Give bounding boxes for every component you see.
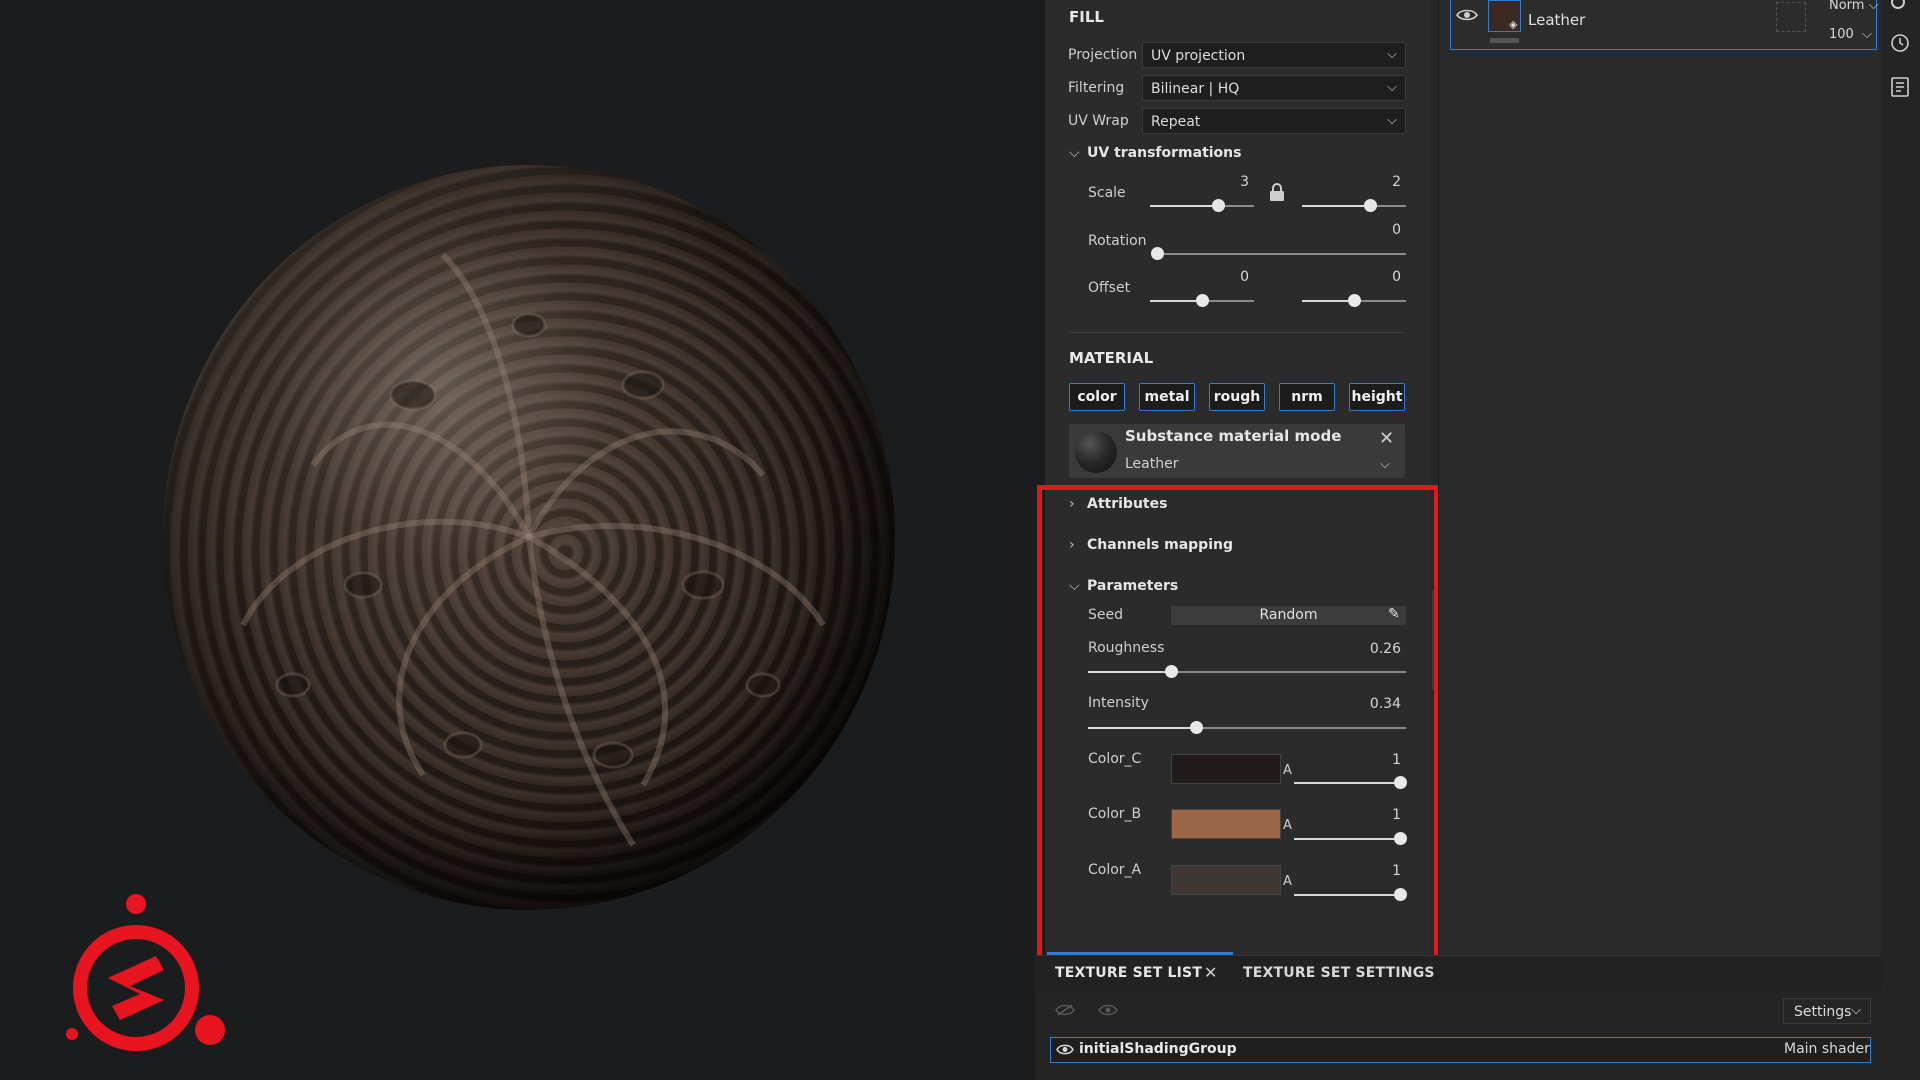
layer-name: Leather [1528, 11, 1586, 29]
divider [1069, 332, 1405, 333]
right-toolbar [1881, 0, 1920, 1080]
uv-transformations-title: UV transformations [1087, 145, 1242, 161]
uvwrap-label: UV Wrap [1068, 113, 1129, 129]
settings-label: Settings [1794, 1004, 1852, 1020]
rotation-label: Rotation [1088, 233, 1147, 249]
offset-value-1: 0 [1240, 269, 1249, 285]
material-section-title: MATERIAL [1069, 349, 1154, 367]
scale-value-1: 3 [1240, 174, 1249, 190]
offset-slider-1-fill [1150, 300, 1202, 302]
chevron-down-icon: ⌵ [1387, 113, 1397, 128]
rotation-slider-track[interactable] [1157, 253, 1406, 255]
chevron-down-icon: ⌵ [1069, 145, 1080, 161]
fill-section-title: FILL [1069, 8, 1104, 26]
channel-color-button[interactable]: color [1069, 383, 1125, 411]
scale-slider-1-knob[interactable] [1212, 199, 1225, 212]
settings-dropdown[interactable]: Settings ⌵ [1783, 998, 1871, 1024]
scale-label: Scale [1088, 185, 1126, 201]
blend-mode-value: Norm [1829, 0, 1865, 13]
chevron-down-icon: ⌵ [1862, 27, 1872, 42]
material-mode-value: Leather [1125, 456, 1179, 472]
chevron-down-icon: ⌵ [1387, 80, 1397, 95]
channel-nrm-button[interactable]: nrm [1279, 383, 1335, 411]
viewport[interactable] [0, 0, 1035, 1080]
channel-height-button[interactable]: height [1349, 383, 1405, 411]
opacity-value: 100 [1829, 27, 1854, 42]
rotation-value: 0 [1392, 222, 1401, 238]
tab-texture-set-list[interactable]: TEXTURE SET LIST [1055, 965, 1202, 981]
rotation-slider-knob[interactable] [1151, 247, 1164, 260]
history-icon[interactable] [1890, 33, 1910, 53]
shading-group-name: initialShadingGroup [1079, 1041, 1237, 1057]
projection-dropdown[interactable]: UV projection ⌵ [1142, 42, 1406, 68]
material-preview-sphere[interactable] [163, 165, 895, 910]
offset-slider-2-fill [1302, 300, 1354, 302]
material-mode-title: Substance material mode [1125, 427, 1342, 445]
blend-mode-dropdown[interactable]: Norm ⌵ [1829, 0, 1878, 13]
material-thumbnail [1075, 431, 1117, 473]
offset-label: Offset [1088, 280, 1131, 296]
substance-logo-icon [66, 894, 225, 1051]
settings-icon[interactable] [1891, 0, 1905, 10]
channel-metal-button[interactable]: metal [1139, 383, 1195, 411]
scale-slider-2-knob[interactable] [1364, 199, 1377, 212]
eye-icon[interactable] [1056, 1043, 1074, 1056]
uvwrap-value: Repeat [1151, 114, 1201, 130]
show-all-icon[interactable] [1098, 1002, 1118, 1018]
hide-all-icon[interactable] [1055, 1003, 1075, 1017]
chevron-down-icon[interactable]: ⌵ [1380, 456, 1390, 472]
filtering-dropdown[interactable]: Bilinear | HQ ⌵ [1142, 75, 1406, 101]
offset-value-2: 0 [1392, 269, 1401, 285]
scale-slider-1-fill [1150, 205, 1218, 207]
close-icon[interactable]: ✕ [1379, 428, 1394, 449]
channel-rough-button[interactable]: rough [1209, 383, 1265, 411]
highlight-box [1037, 485, 1439, 962]
tab-texture-set-settings[interactable]: TEXTURE SET SETTINGS [1243, 965, 1435, 981]
chevron-down-icon: ⌵ [1868, 0, 1879, 13]
projection-label: Projection [1068, 47, 1138, 63]
fill-layer-icon: ◈ [1509, 19, 1518, 31]
filtering-label: Filtering [1068, 80, 1125, 96]
active-tab-indicator [1047, 952, 1233, 955]
shader-name: Main shader [1784, 1041, 1870, 1057]
chevron-down-icon: ⌵ [1851, 1003, 1861, 1018]
filtering-value: Bilinear | HQ [1151, 81, 1240, 97]
scale-value-2: 2 [1392, 174, 1401, 190]
log-icon[interactable] [1891, 77, 1909, 97]
close-icon[interactable]: ✕ [1204, 963, 1217, 983]
offset-slider-1-knob[interactable] [1196, 294, 1209, 307]
leather-pattern [240, 252, 826, 847]
projection-value: UV projection [1151, 48, 1246, 64]
layer-mask-placeholder[interactable] [1776, 2, 1806, 32]
opacity-dropdown[interactable]: 100 ⌵ [1829, 27, 1872, 42]
eye-icon[interactable] [1456, 8, 1478, 22]
chevron-down-icon: ⌵ [1387, 47, 1397, 62]
lock-icon[interactable] [1268, 182, 1286, 202]
uvwrap-dropdown[interactable]: Repeat ⌵ [1142, 108, 1406, 134]
offset-slider-2-knob[interactable] [1348, 294, 1361, 307]
layer-mask-bar [1490, 38, 1519, 43]
scale-slider-2-fill [1302, 205, 1370, 207]
uv-transformations-toggle[interactable]: ⌵ UV transformations [1069, 145, 1241, 161]
layers-panel [1438, 0, 1881, 955]
